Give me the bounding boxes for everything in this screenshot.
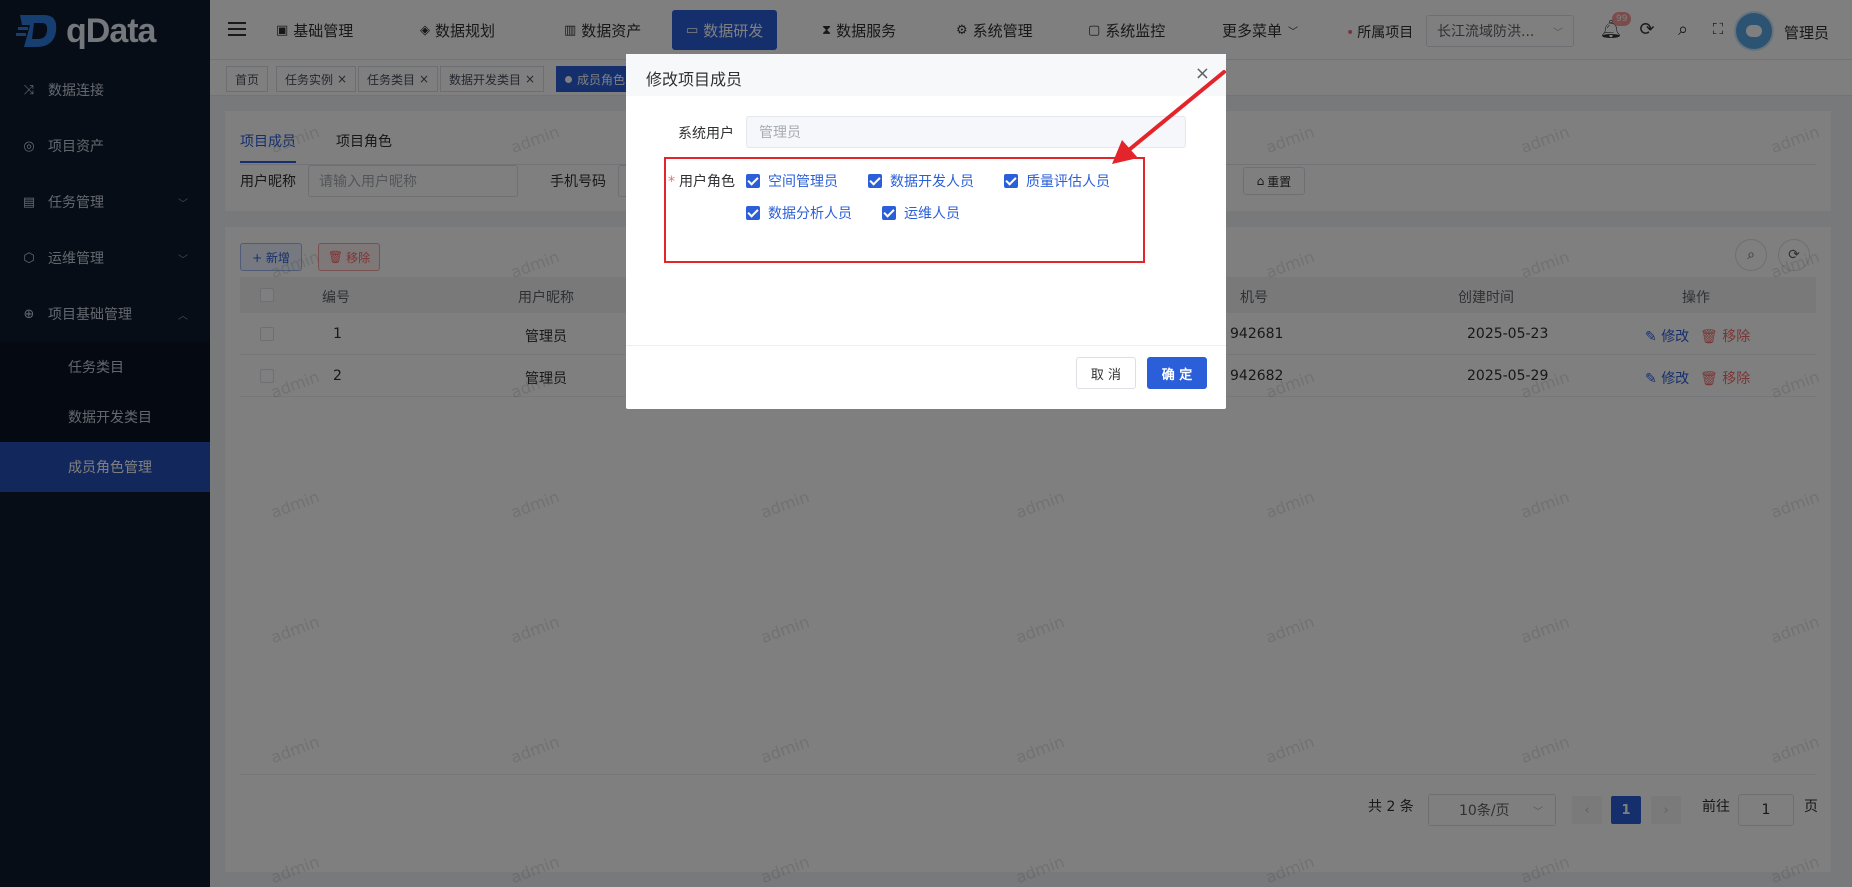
system-user-label: 系统用户 [678,126,734,142]
highlight-box [664,157,1145,263]
dialog-footer-divider [626,345,1226,346]
system-user-value: 管理员 [759,125,801,141]
confirm-button[interactable]: 确 定 [1147,357,1207,389]
cancel-button[interactable]: 取 消 [1076,357,1136,389]
annotation-arrow-icon [1112,70,1226,164]
dialog-title: 修改项目成员 [646,70,743,89]
